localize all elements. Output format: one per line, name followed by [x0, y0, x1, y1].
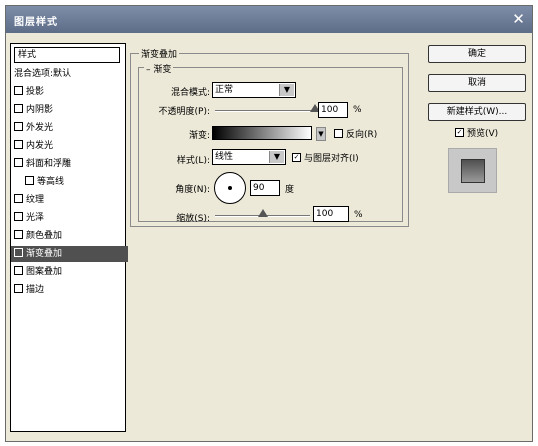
- style-list-item[interactable]: 光泽: [11, 210, 128, 226]
- blend-mode-value: 正常: [215, 85, 234, 95]
- style-list-item[interactable]: 渐变叠加: [11, 246, 128, 262]
- close-icon[interactable]: ✕: [509, 10, 528, 29]
- style-list-item[interactable]: 投影: [11, 84, 128, 100]
- chevron-down-icon: ▼: [269, 151, 284, 163]
- style-list-item-label: 等高线: [37, 177, 65, 187]
- style-list: 样式 混合选项:默认投影内阴影外发光内发光斜面和浮雕等高线纹理光泽颜色叠加渐变叠…: [10, 43, 128, 432]
- style-checkbox[interactable]: [14, 122, 23, 131]
- reverse-label: 反向(R): [346, 130, 378, 140]
- style-checkbox[interactable]: [14, 248, 23, 257]
- style-list-item-label: 投影: [26, 87, 45, 97]
- preview-checkbox-box[interactable]: ✓: [455, 128, 464, 137]
- style-list-item[interactable]: 斜面和浮雕: [11, 156, 128, 172]
- gradient-swatch[interactable]: [212, 126, 312, 140]
- style-list-item-label: 渐变叠加: [26, 249, 63, 259]
- chevron-down-icon: ▼: [279, 84, 294, 96]
- style-list-item-label: 斜面和浮雕: [26, 159, 72, 169]
- style-preview-thumbnail: [448, 148, 497, 193]
- style-checkbox[interactable]: [14, 230, 23, 239]
- align-label: 与图层对齐(I): [304, 154, 359, 164]
- align-with-layer-checkbox[interactable]: ✓ 与图层对齐(I): [292, 151, 359, 164]
- style-list-item-label: 描边: [26, 285, 45, 295]
- scale-unit: %: [354, 210, 363, 220]
- reverse-checkbox[interactable]: 反向(R): [334, 127, 377, 140]
- style-list-item-label: 图案叠加: [26, 267, 63, 277]
- title-bar[interactable]: 图层样式 ✕: [6, 6, 532, 33]
- style-list-item-label: 内阴影: [26, 105, 54, 115]
- style-checkbox[interactable]: [14, 284, 23, 293]
- opacity-input[interactable]: 100: [318, 102, 348, 118]
- style-list-item[interactable]: 外发光: [11, 120, 128, 136]
- scale-slider-thumb[interactable]: [257, 209, 268, 217]
- preview-swatch: [461, 159, 485, 183]
- angle-unit: 度: [285, 185, 295, 195]
- preview-checkbox[interactable]: ✓ 预览(V): [455, 126, 498, 139]
- style-checkbox[interactable]: [14, 104, 23, 113]
- style-checkbox[interactable]: [14, 158, 23, 167]
- style-checkbox[interactable]: [25, 176, 34, 185]
- new-style-button[interactable]: 新建样式(W)...: [428, 103, 526, 121]
- style-checkbox[interactable]: [14, 266, 23, 275]
- opacity-unit: %: [353, 105, 362, 115]
- opacity-label: 不透明度(P):: [158, 107, 210, 117]
- style-value: 线性: [215, 152, 234, 162]
- window-title: 图层样式: [14, 17, 58, 28]
- scale-label: 缩放(S):: [176, 214, 210, 224]
- subgroup-title: – 渐变: [144, 62, 174, 75]
- blend-mode-select[interactable]: 正常 ▼: [212, 82, 296, 98]
- opacity-slider-track[interactable]: [215, 110, 315, 112]
- style-list-item[interactable]: 混合选项:默认: [11, 66, 128, 82]
- style-list-item[interactable]: 图案叠加: [11, 264, 128, 280]
- style-list-item[interactable]: 等高线: [11, 174, 139, 190]
- angle-dial[interactable]: [214, 172, 246, 204]
- style-checkbox[interactable]: [14, 140, 23, 149]
- style-checkbox[interactable]: [14, 212, 23, 221]
- style-list-item-label: 外发光: [26, 123, 54, 133]
- angle-dial-center: [228, 186, 232, 190]
- style-list-item-label: 混合选项:默认: [14, 69, 72, 79]
- blend-mode-label: 混合模式:: [170, 88, 210, 98]
- style-list-item[interactable]: 内阴影: [11, 102, 128, 118]
- style-list-item-label: 纹理: [26, 195, 45, 205]
- align-checkbox-box[interactable]: ✓: [292, 153, 301, 162]
- scale-input[interactable]: 100: [313, 206, 349, 222]
- style-list-header[interactable]: 样式: [14, 47, 120, 63]
- style-checkbox[interactable]: [14, 86, 23, 95]
- reverse-checkbox-box[interactable]: [334, 129, 343, 138]
- style-list-item[interactable]: 颜色叠加: [11, 228, 128, 244]
- style-list-item[interactable]: 内发光: [11, 138, 128, 154]
- style-list-item-label: 内发光: [26, 141, 54, 151]
- style-list-item-label: 颜色叠加: [26, 231, 63, 241]
- style-list-item[interactable]: 描边: [11, 282, 128, 298]
- angle-label: 角度(N):: [175, 185, 210, 195]
- gradient-label: 渐变:: [188, 131, 210, 141]
- preview-label: 预览(V): [467, 129, 499, 139]
- angle-input[interactable]: 90: [250, 180, 280, 196]
- style-select[interactable]: 线性 ▼: [212, 149, 286, 165]
- cancel-button[interactable]: 取消: [428, 74, 526, 92]
- style-checkbox[interactable]: [14, 194, 23, 203]
- gradient-dropdown-icon[interactable]: ▼: [316, 127, 326, 141]
- group-title: 渐变叠加: [139, 47, 180, 60]
- ok-button[interactable]: 确定: [428, 45, 526, 63]
- style-label: 样式(L):: [176, 156, 210, 166]
- style-list-item[interactable]: 纹理: [11, 192, 128, 208]
- style-list-item-label: 光泽: [26, 213, 45, 223]
